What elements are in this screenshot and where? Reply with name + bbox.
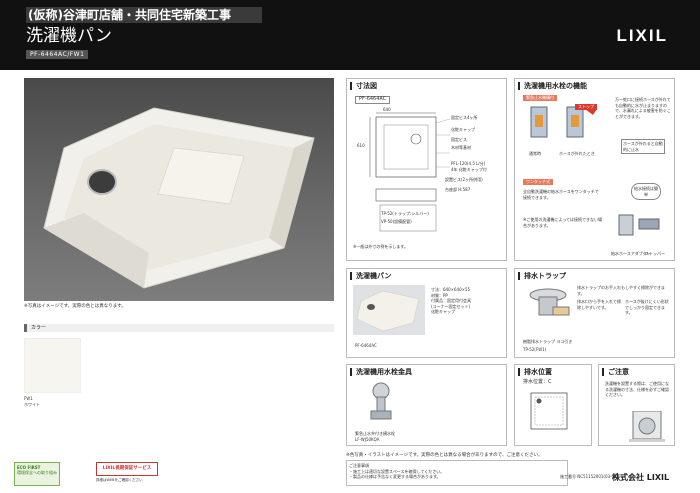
dim-label-screw: 固定ビス4ヶ所 — [451, 115, 478, 120]
one-touch-tag: ワンタッチ式 — [523, 179, 553, 185]
washer-pan-thumbnail — [353, 285, 425, 335]
emergency-stop-tag: 緊急止水機構付 — [523, 95, 557, 101]
drain-trap-text2: ホースが抜けにくい形状でしっかり固定できます。 — [625, 299, 669, 315]
stop-tag: ストップ — [575, 104, 597, 110]
dim-label-width: 640 — [383, 107, 391, 112]
label-normal: 通常時 — [529, 151, 541, 156]
drain-position-title: 排水位置 — [518, 368, 552, 376]
drain-trap-model: TP-52(FW1) — [523, 347, 547, 352]
spec-accessory-3: 化粧キャップ — [431, 309, 455, 314]
faucet-diagram — [530, 106, 597, 138]
spec-size: 寸法：640×640×55 — [431, 287, 471, 292]
color-swatch — [24, 338, 81, 393]
washer-pan-panel: 洗濯機パン PF-6464AC 寸法：640×640×55 材質：PP 付属品：… — [346, 268, 507, 358]
dimensions-model: PF-6464AC — [355, 96, 391, 104]
faucet-parts-panel: 洗濯機用水栓金具 緊急止水弁付き横水栓 LF-WJ50KQA — [346, 364, 507, 446]
dimensions-title: 寸法図 — [350, 82, 377, 90]
washer-illustration — [629, 411, 665, 442]
warranty-badge: LIXIL長期保証サービス — [96, 462, 158, 476]
washer-pan-illustration — [43, 107, 315, 289]
drain-trap-desc: 排水トラップのお手入れもしやすく掃除ができます。 — [577, 285, 665, 296]
dim-label-fix: 固定ビス — [451, 137, 467, 142]
faucet-note: ※ご使用の洗濯機によっては接続できない場合があります。 — [523, 217, 602, 228]
caution-text: 洗濯機を設置する際は、ご使用になる洗濯機の寸法、仕様を必ずご確認ください。 — [605, 381, 669, 397]
faucet-parts-caption2: LF-WJ50KQA — [355, 437, 380, 442]
header: (仮称)谷津町店舗・共同住宅新築工事 洗濯機パン PF-6464AC/FW1 L… — [0, 0, 700, 70]
dim-label-pipe: VP-50(設備配管) — [381, 219, 412, 224]
drain-trap-caption: 樹脂排水トラップ ヨコ引き — [523, 339, 573, 344]
eco-badge: ECO FIRST 環境保全への取り組み — [14, 462, 60, 486]
color-name: ホワイト — [24, 402, 40, 407]
footer-notes-box: ご注意事項 ・施工上は適切な設置スペースを確保してください。 ・製品の仕様は予告… — [346, 460, 568, 486]
dimension-drawing — [369, 112, 451, 232]
dimensions-note: ※一般は外寸の例を示します。 — [353, 244, 408, 249]
drain-trap-text1: 排水口から手を入れて掃除しやすいです。 — [577, 299, 621, 310]
dim-label-base: 木材等基材 — [451, 145, 471, 150]
drain-trap-illustration — [529, 288, 570, 316]
color-label: FW1 ホワイト — [24, 396, 40, 408]
lixil-logo: LIXIL — [616, 26, 668, 45]
dim-label-setscrew: 設置ビス(2ヶ所併用) — [445, 177, 483, 182]
drain-trap-panel: 排水トラップ 排水トラップのお手入れもしやすく掃除ができます。 排水口から手を入… — [514, 268, 675, 358]
one-touch-desc: 全自動洗濯機の給水ホースをワンタッチで接続できます。 — [523, 189, 599, 200]
stop-callout: ホースが外れると自動的に止水 — [621, 139, 665, 154]
dim-label-pfl: PFL-120(4.5 L/分) — [451, 161, 486, 166]
label-stopper: ストッパー — [645, 251, 665, 256]
drain-position-panel: 排水位置 排水位置：C — [514, 364, 592, 446]
model-code: PF-6464AC/FW1 — [26, 50, 89, 59]
faucet-desc: 万一蛇口に接続ホースが外れても自動的に水が止まりますので、水漏れによる被害を防ぐ… — [615, 97, 671, 119]
footer-line-3: ・製品の仕様は予告なく変更する場合があります。 — [349, 474, 441, 479]
project-title: (仮称)谷津町店舗・共同住宅新築工事 — [26, 7, 262, 23]
warranty-note: 詳細はWEBをご確認ください — [96, 478, 143, 482]
washer-pan-title: 洗濯機パン — [350, 272, 391, 280]
dim-label-inner: 610 — [357, 143, 365, 148]
dim-label-trap: TP-52(トラップ:シルバー) — [381, 211, 429, 216]
easy-connect-callout: 給水接続は簡単 — [631, 183, 661, 200]
company-name: 株式会社 LIXIL — [612, 473, 670, 482]
faucet-parts-illustration — [370, 382, 392, 420]
eco-note: 環境保全への取り組み — [17, 470, 57, 475]
product-name: 洗濯機パン — [26, 26, 112, 46]
drain-position-value: 排水位置：C — [523, 379, 552, 385]
photo-note: ※写真はイメージです。実際の色とは異なります。 — [24, 304, 126, 309]
hose-adapter-illustration — [618, 214, 660, 236]
dimensions-panel: 寸法図 PF-6464AC 640 610 固定ビス4ヶ所 化粧キャップ 固定ビ… — [346, 78, 507, 261]
footer-note: ※色写真・イラストはイメージです。実際の色とは異なる場合がありますので、ご注意く… — [346, 453, 543, 458]
faucet-parts-title: 洗濯機用水栓金具 — [350, 368, 412, 376]
faucet-function-panel: 洗濯機用水栓の機能 緊急止水機構付 ストップ 万一蛇口に接続ホースが外れても自動… — [514, 78, 675, 261]
faucet-function-title: 洗濯機用水栓の機能 — [518, 82, 587, 90]
drain-position-diagram — [530, 392, 568, 430]
dim-label-cap: 化粧キャップ — [451, 127, 475, 132]
faucet-parts-caption1: 緊急止水弁付き横水栓 — [355, 431, 395, 436]
dim-label-pedestal: 台座部 H:587 — [445, 187, 471, 192]
drain-trap-title: 排水トラップ — [518, 272, 566, 280]
label-detached: ホースが外れたとき — [559, 151, 595, 156]
washer-pan-model: PF-6464AC — [355, 343, 377, 348]
caution-title: ご注意 — [602, 368, 629, 376]
washer-pan-specs: 寸法：640×640×55 材質：PP 付属品：固定用付会具 (コーナー固定セッ… — [431, 287, 471, 315]
product-photo — [24, 78, 334, 301]
color-heading: カラー — [24, 324, 334, 332]
dim-label-pfl-cap: 4年 化粧キャップ付 — [451, 167, 487, 172]
spec-accessory: 付属品：固定用付会具 — [431, 298, 471, 303]
caution-panel: ご注意 洗濯機を設置する際は、ご使用になる洗濯機の寸法、仕様を必ずご確認ください… — [598, 364, 675, 446]
